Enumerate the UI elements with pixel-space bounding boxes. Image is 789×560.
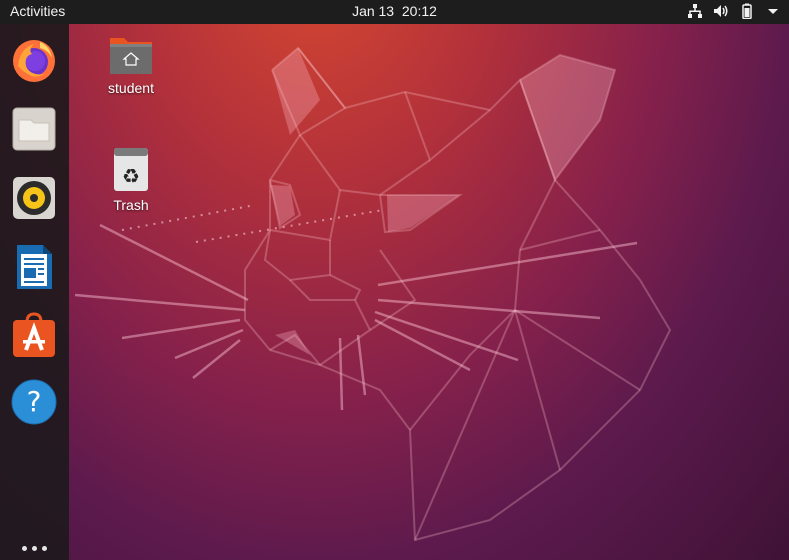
clock: Jan 13 20:12 <box>0 3 789 19</box>
volume-icon[interactable] <box>713 3 729 19</box>
system-tray[interactable] <box>687 3 781 20</box>
writer-icon <box>17 245 52 289</box>
svg-text:♻: ♻ <box>122 164 140 188</box>
dock-item-help[interactable]: ? <box>10 378 58 426</box>
desktop-icon-trash[interactable]: ♻ Trash <box>100 147 162 213</box>
rhythmbox-icon <box>13 177 55 219</box>
dock-item-files[interactable] <box>10 105 58 153</box>
dock-item-software[interactable] <box>10 312 58 360</box>
system-menu-arrow-icon[interactable] <box>765 3 781 19</box>
files-icon <box>12 107 56 151</box>
desktop-icon-label: student <box>108 80 154 96</box>
trash-icon: ♻ <box>114 148 148 191</box>
home-folder-icon <box>110 38 152 74</box>
activities-button[interactable]: Activities <box>10 3 65 19</box>
svg-text:?: ? <box>27 385 42 418</box>
top-bar: Activities Jan 13 20:12 <box>0 0 789 24</box>
show-applications-icon[interactable] <box>22 546 48 556</box>
desktop-icon-label: Trash <box>113 197 149 213</box>
dock: ? <box>0 24 69 560</box>
dock-item-firefox[interactable] <box>10 36 58 84</box>
dock-item-rhythmbox[interactable] <box>10 174 58 222</box>
firefox-icon <box>13 40 55 82</box>
clock-button[interactable]: Jan 13 20:12 <box>352 3 437 19</box>
software-icon <box>13 312 55 357</box>
battery-icon[interactable] <box>739 3 755 20</box>
desktop-icon-student[interactable]: student <box>100 34 162 96</box>
dock-item-writer[interactable] <box>10 243 58 291</box>
network-icon[interactable] <box>687 3 703 19</box>
help-icon: ? <box>11 379 57 425</box>
